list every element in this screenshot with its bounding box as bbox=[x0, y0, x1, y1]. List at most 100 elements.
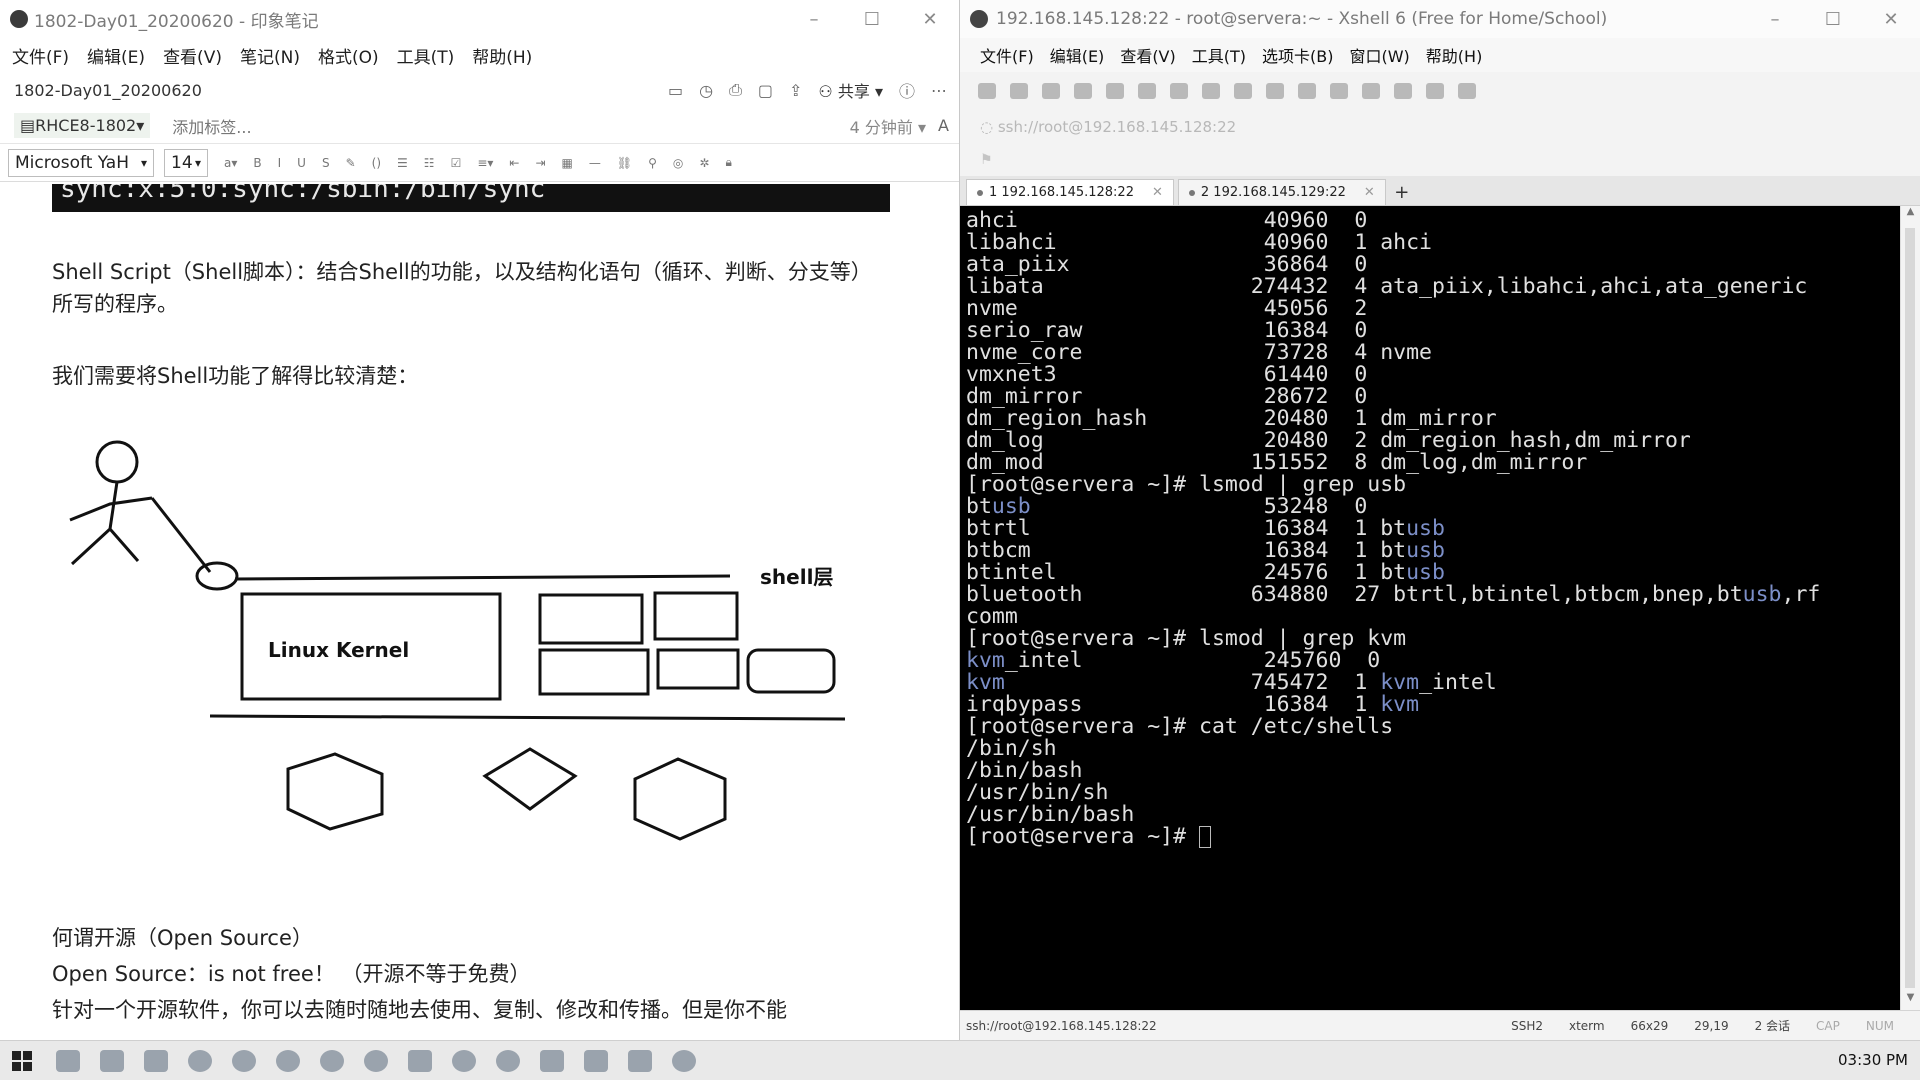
address-bar[interactable]: ◌ ssh://root@192.168.145.128:22 bbox=[960, 110, 1920, 144]
share-icon[interactable]: ⇪ bbox=[789, 81, 802, 100]
divider-icon[interactable]: — bbox=[589, 156, 601, 170]
find-icon[interactable] bbox=[1106, 83, 1124, 99]
bullet-list-icon[interactable]: ☰ bbox=[397, 156, 408, 170]
scroll-thumb[interactable] bbox=[1905, 228, 1915, 988]
font-family-select[interactable]: Microsoft YaH ▾ bbox=[8, 148, 154, 177]
vmware-icon[interactable] bbox=[584, 1049, 608, 1072]
add-tag-input[interactable]: 添加标签... bbox=[172, 114, 849, 138]
menu-tools[interactable]: 工具(T) bbox=[395, 43, 457, 68]
xs-menu-file[interactable]: 文件(F) bbox=[980, 43, 1034, 67]
xs-menu-tools[interactable]: 工具(T) bbox=[1192, 43, 1246, 67]
recorder-icon[interactable] bbox=[672, 1049, 696, 1072]
xs-menu-tabs[interactable]: 选项卡(B) bbox=[1262, 43, 1333, 67]
info-icon[interactable]: ⓘ bbox=[899, 78, 915, 102]
scroll-up-icon[interactable]: ▲ bbox=[1901, 206, 1920, 224]
tab-close-icon[interactable]: ✕ bbox=[1364, 185, 1375, 200]
checkbox-icon[interactable]: ☑ bbox=[451, 156, 462, 170]
xshell-taskbar-icon[interactable] bbox=[496, 1049, 520, 1072]
scroll-down-icon[interactable]: ▼ bbox=[1901, 992, 1920, 1010]
evernote-app-icon bbox=[10, 10, 28, 28]
font-size-select[interactable]: 14 ▾ bbox=[164, 148, 208, 177]
share-button[interactable]: ⚇ 共享 ▾ bbox=[818, 78, 883, 102]
new-session-icon[interactable] bbox=[978, 83, 996, 99]
record-icon[interactable]: ◎ bbox=[673, 156, 683, 170]
font-size-icon[interactable]: A bbox=[938, 116, 949, 135]
note-content[interactable]: sync:x:5:0:sync:/sbin:/bin/sync Shell Sc… bbox=[0, 184, 958, 1040]
italic-icon[interactable]: I bbox=[278, 156, 282, 170]
open-session-icon[interactable] bbox=[1010, 83, 1028, 99]
layout-icon[interactable] bbox=[1426, 83, 1444, 99]
close-button[interactable]: ✕ bbox=[901, 0, 959, 38]
xshell-maximize-button[interactable]: ☐ bbox=[1804, 0, 1862, 38]
more-icon[interactable]: ⋯ bbox=[931, 81, 947, 100]
task-view-icon[interactable] bbox=[56, 1049, 80, 1072]
menu-note[interactable]: 笔记(N) bbox=[238, 43, 302, 68]
screenshot-icon[interactable] bbox=[1266, 83, 1284, 99]
fullscreen-icon[interactable] bbox=[1298, 83, 1316, 99]
properties-icon[interactable] bbox=[1074, 83, 1092, 99]
network-icon[interactable] bbox=[364, 1049, 388, 1072]
xs-menu-help[interactable]: 帮助(H) bbox=[1426, 43, 1483, 67]
script-icon[interactable] bbox=[1394, 83, 1412, 99]
indent-icon[interactable]: ⇤ bbox=[509, 156, 519, 170]
maximize-button[interactable]: ☐ bbox=[843, 0, 901, 38]
media-icon[interactable] bbox=[320, 1049, 344, 1072]
terminal-output[interactable]: ahci 40960 0 libahci 40960 1 ahci ata_piix… bbox=[960, 206, 1900, 1010]
store-icon[interactable] bbox=[144, 1049, 168, 1072]
code-icon[interactable]: () bbox=[372, 156, 381, 170]
session-tab-1[interactable]: 1 192.168.145.128:22 ✕ bbox=[966, 179, 1174, 205]
evernote-taskbar-icon[interactable] bbox=[452, 1049, 476, 1072]
notebook-selector[interactable]: ▤RHCE8-1802▾ bbox=[14, 113, 151, 138]
strikethrough-icon[interactable]: S bbox=[322, 156, 330, 170]
clock[interactable]: 03:30 PM bbox=[1838, 1051, 1908, 1069]
more-format-icon[interactable]: ✲ bbox=[699, 156, 709, 170]
outdent-icon[interactable]: ⇥ bbox=[535, 156, 545, 170]
xs-menu-view[interactable]: 查看(V) bbox=[1120, 43, 1175, 67]
add-tab-button[interactable]: + bbox=[1390, 179, 1414, 205]
session-tab-2[interactable]: 2 192.168.145.129:22 ✕ bbox=[1177, 179, 1386, 205]
menu-format[interactable]: 格式(O) bbox=[316, 43, 381, 68]
xftp-icon[interactable] bbox=[1234, 83, 1252, 99]
terminal-app-icon[interactable] bbox=[408, 1049, 432, 1072]
underline-icon[interactable]: U bbox=[297, 156, 306, 170]
attachment-icon[interactable]: ⚲ bbox=[648, 156, 657, 170]
menu-edit[interactable]: 编辑(E) bbox=[85, 43, 147, 68]
highlight-icon[interactable] bbox=[1202, 83, 1220, 99]
chrome-icon[interactable] bbox=[188, 1049, 212, 1072]
bold-icon[interactable]: B bbox=[253, 156, 261, 170]
browser-icon[interactable] bbox=[276, 1049, 300, 1072]
file-explorer-icon[interactable] bbox=[100, 1049, 124, 1072]
text-color-icon[interactable]: a▾ bbox=[224, 156, 237, 170]
print-icon[interactable]: ⎙ bbox=[729, 80, 742, 100]
keyboard-icon[interactable] bbox=[1362, 83, 1380, 99]
table-icon[interactable]: ▦ bbox=[562, 156, 573, 170]
numbered-list-icon[interactable]: ☷ bbox=[424, 156, 435, 170]
align-icon[interactable]: ≡▾ bbox=[477, 156, 493, 170]
note-history-icon[interactable]: ▭ bbox=[668, 81, 683, 100]
reconnect-icon[interactable] bbox=[1042, 83, 1060, 99]
xs-menu-window[interactable]: 窗口(W) bbox=[1349, 43, 1409, 67]
note-title[interactable]: 1802-Day01_20200620 bbox=[14, 81, 668, 100]
reminder-icon[interactable]: ◷ bbox=[699, 81, 713, 100]
help-icon[interactable] bbox=[1458, 83, 1476, 99]
settings-icon[interactable] bbox=[540, 1049, 564, 1072]
xshell-close-button[interactable]: ✕ bbox=[1862, 0, 1920, 38]
menu-help[interactable]: 帮助(H) bbox=[470, 43, 534, 68]
windows-start-icon[interactable] bbox=[0, 1041, 44, 1080]
color-scheme-icon[interactable] bbox=[1138, 83, 1156, 99]
minimize-button[interactable]: – bbox=[785, 0, 843, 38]
lock-icon[interactable]: 🔒︎ bbox=[725, 155, 731, 170]
menu-file[interactable]: 文件(F) bbox=[10, 43, 71, 68]
lock-icon[interactable] bbox=[1330, 83, 1348, 99]
xs-menu-edit[interactable]: 编辑(E) bbox=[1050, 43, 1105, 67]
terminal-scrollbar[interactable]: ▲ ▼ bbox=[1900, 206, 1920, 1010]
menu-view[interactable]: 查看(V) bbox=[161, 43, 224, 68]
present-icon[interactable]: ▢ bbox=[758, 81, 773, 100]
tab-close-icon[interactable]: ✕ bbox=[1152, 185, 1163, 200]
globe-icon[interactable] bbox=[1170, 83, 1188, 99]
highlight-icon[interactable]: ✎ bbox=[346, 156, 356, 170]
edge-icon[interactable] bbox=[232, 1049, 256, 1072]
xshell-minimize-button[interactable]: – bbox=[1746, 0, 1804, 38]
link-icon[interactable]: ⛓ bbox=[617, 156, 632, 170]
photos-icon[interactable] bbox=[628, 1049, 652, 1072]
